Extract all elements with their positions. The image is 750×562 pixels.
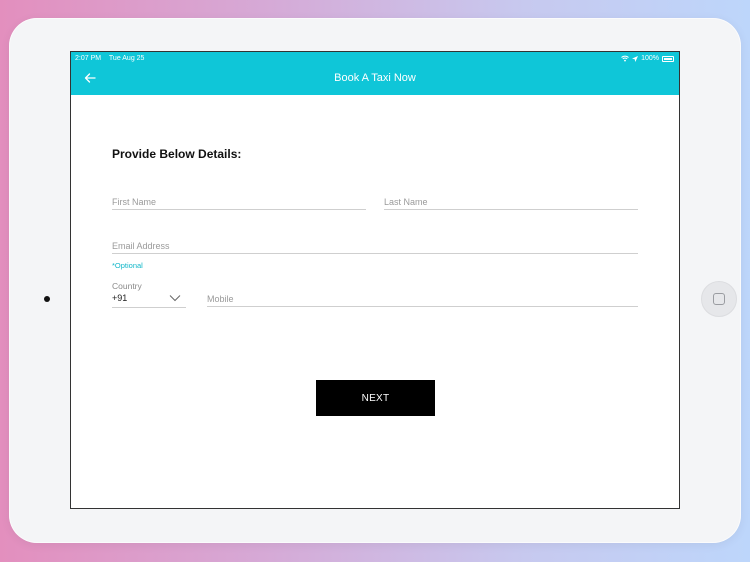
email-input[interactable] (112, 238, 638, 254)
form-heading: Provide Below Details: (112, 147, 242, 161)
chevron-down-icon (169, 295, 181, 302)
email-optional-note: *Optional (112, 261, 143, 270)
home-button[interactable] (701, 281, 737, 317)
background: 2:07 PM Tue Aug 25 100% Book A Taxi Now … (0, 0, 750, 562)
first-name-input[interactable] (112, 194, 366, 210)
home-square-icon (713, 293, 725, 305)
status-time: 2:07 PM (75, 55, 102, 62)
app-screen: 2:07 PM Tue Aug 25 100% Book A Taxi Now … (70, 51, 680, 509)
country-label: Country (112, 281, 142, 291)
mobile-input[interactable] (207, 291, 638, 307)
wifi-icon (621, 55, 629, 62)
status-right: 100% (621, 52, 674, 65)
status-bar: 2:07 PM Tue Aug 25 100% (71, 52, 679, 65)
page-title: Book A Taxi Now (334, 72, 416, 84)
battery-icon (662, 55, 674, 62)
country-code-select[interactable]: +91 (112, 292, 186, 308)
camera-dot (44, 296, 50, 302)
status-date: Tue Aug 25 (108, 55, 145, 62)
last-name-input[interactable] (384, 194, 638, 210)
next-button[interactable]: NEXT (316, 380, 435, 416)
status-left: 2:07 PM Tue Aug 25 (75, 52, 150, 65)
app-bar: 2:07 PM Tue Aug 25 100% Book A Taxi Now (71, 52, 679, 95)
location-arrow-icon (632, 55, 639, 62)
country-code-value: +91 (112, 293, 128, 303)
battery-percent: 100% (641, 55, 659, 62)
